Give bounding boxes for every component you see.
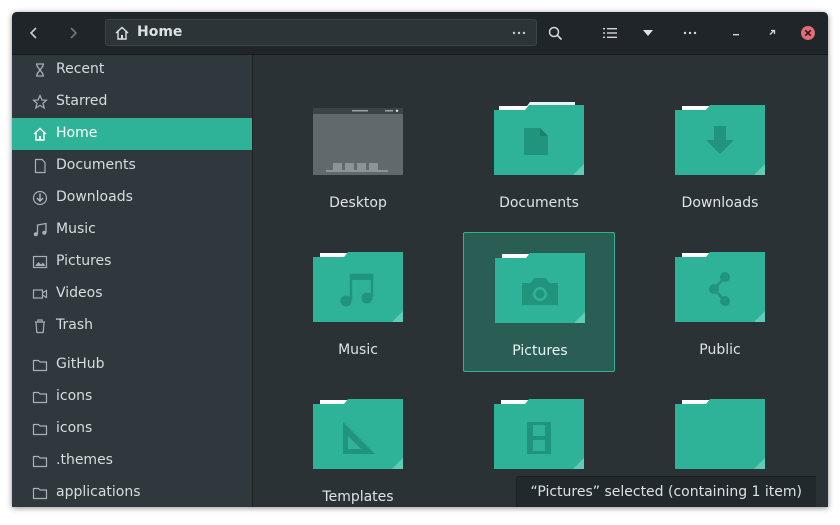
sidebar-item-github[interactable]: GitHub [12,349,252,381]
sidebar-item-downloads[interactable]: Downloads [12,182,252,214]
more-horizontal-icon [683,31,697,35]
document-icon [34,158,46,174]
file-item-templates[interactable]: Templates [282,379,434,507]
sidebar-item-applications[interactable]: applications [12,477,252,507]
sidebar-item-home[interactable]: Home [12,118,252,150]
search-icon [548,26,562,40]
folder-icon [32,487,48,500]
file-item-desktop[interactable]: Desktop [282,85,434,225]
sidebar-item-recent[interactable]: Recent [12,54,252,86]
sidebar-item-label: icons [56,420,93,436]
trash-icon [35,319,45,334]
download-icon [32,190,48,206]
home-icon [33,127,47,141]
sidebar-item-label: GitHub [56,356,105,372]
more-horizontal-icon [512,31,526,35]
sidebar-item-label: Recent [56,61,105,77]
sidebar-item-label: Pictures [56,253,112,269]
folder-icon [32,423,48,436]
video-icon [32,289,48,299]
file-manager-window: Home Recent Starred Home Documents Downl… [12,12,828,507]
templates-folder-icon [313,399,403,469]
sidebar-item-music[interactable]: Music [12,214,252,246]
file-item-label: Documents [499,195,579,211]
pictures-folder-icon [495,253,585,323]
downloads-folder-icon [675,105,765,175]
sidebar-item-label: Music [56,221,96,237]
clock-icon [36,63,44,77]
documents-folder-icon [494,102,584,175]
minimize-button[interactable] [722,19,750,47]
close-icon [801,26,815,40]
maximize-icon [769,29,776,35]
sidebar: Recent Starred Home Documents Downloads … [12,55,253,507]
header-bar: Home [12,12,828,55]
sidebar-item-videos[interactable]: Videos [12,278,252,310]
folder-icon [32,391,48,404]
chevron-left-icon [29,27,37,39]
folder-icon [32,455,48,468]
file-item-public[interactable]: Public [644,232,796,372]
sidebar-item-label: Downloads [56,189,133,205]
search-button[interactable] [541,19,569,47]
list-view-button[interactable] [596,19,624,47]
path-menu-button[interactable] [508,21,530,45]
chevron-right-icon [70,27,78,39]
file-item-music[interactable]: Music [282,232,434,372]
file-grid: Desktop Documents Downloads Music Pictur… [253,55,828,507]
sidebar-item-label: Videos [56,285,103,301]
main-menu-button[interactable] [676,19,704,47]
path-label[interactable]: Home [137,24,182,40]
public-folder-icon [675,252,765,322]
file-item-documents[interactable]: Documents [463,85,615,225]
maximize-button[interactable] [758,19,786,47]
path-bar[interactable]: Home [105,19,537,46]
sidebar-item-trash[interactable]: Trash [12,310,252,342]
music-icon [33,222,47,237]
file-item-label: Pictures [512,343,568,359]
view-options-button[interactable] [634,19,662,47]
videos-folder-icon [494,399,584,469]
music-folder-icon [313,252,403,322]
file-item-label: Templates [322,489,394,505]
sidebar-item-label: Documents [56,157,136,173]
list-view-icon [603,28,617,38]
sidebar-item-label: .themes [56,452,113,468]
status-overlay: “Pictures” selected (containing 1 item) [515,476,816,507]
sidebar-item-label: Starred [56,93,108,109]
close-button[interactable] [794,19,822,47]
sidebar-item-icons-2[interactable]: icons [12,413,252,445]
dropdown-arrow-icon [643,30,653,36]
sidebar-item-starred[interactable]: Starred [12,86,252,118]
sidebar-item-label: Trash [56,317,93,333]
status-text: “Pictures” selected (containing 1 item) [530,484,803,500]
picture-icon [32,255,48,269]
sidebar-item-documents[interactable]: Documents [12,150,252,182]
minimize-icon [733,34,739,36]
home-icon [115,26,129,40]
file-item-label: Public [699,342,741,358]
sidebar-item-themes[interactable]: .themes [12,445,252,477]
folder-icon [675,399,765,469]
folder-icon [32,359,48,372]
star-icon [32,94,48,110]
forward-button[interactable] [59,19,87,47]
sidebar-item-label: icons [56,388,93,404]
sidebar-item-icons[interactable]: icons [12,381,252,413]
file-item-label: Desktop [329,195,387,211]
sidebar-item-label: Home [56,125,98,141]
file-item-pictures[interactable]: Pictures [463,232,615,372]
file-item-label: Downloads [681,195,759,211]
sidebar-item-label: applications [56,484,141,500]
sidebar-item-pictures[interactable]: Pictures [12,246,252,278]
back-button[interactable] [20,19,48,47]
desktop-folder-icon [313,108,403,175]
file-item-downloads[interactable]: Downloads [644,85,796,225]
file-item-label: Music [338,342,378,358]
